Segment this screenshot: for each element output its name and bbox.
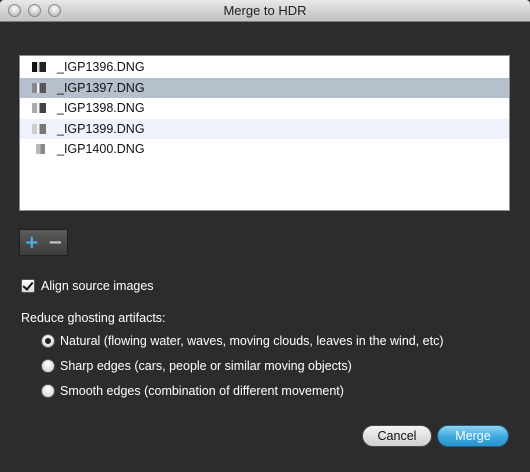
align-source-images-option[interactable]: Align source images [21, 279, 154, 293]
title-bar[interactable]: Merge to HDR [0, 0, 530, 22]
add-remove-control: + − [19, 229, 68, 256]
source-file-list[interactable]: _IGP1396.DNG _IGP1397.DNG _IGP1398.DNG _… [19, 55, 510, 211]
radio-button[interactable] [41, 384, 55, 398]
radio-button[interactable] [41, 334, 55, 348]
file-row-selected[interactable]: _IGP1397.DNG [20, 77, 509, 98]
align-checkbox[interactable] [21, 279, 35, 293]
radio-label: Smooth edges (combination of different m… [60, 384, 344, 398]
radio-button[interactable] [41, 359, 55, 373]
file-name: _IGP1397.DNG [57, 80, 145, 95]
file-row[interactable]: _IGP1399.DNG [20, 118, 509, 139]
radio-label: Sharp edges (cars, people or similar mov… [60, 359, 352, 373]
file-row[interactable]: _IGP1400.DNG [20, 139, 509, 160]
image-thumbnail-icon [32, 103, 46, 113]
merge-to-hdr-dialog: Merge to HDR _IGP1396.DNG _IGP1397.DNG _… [0, 0, 530, 472]
file-row[interactable]: _IGP1396.DNG [20, 57, 509, 78]
ghosting-option-sharp-edges[interactable]: Sharp edges (cars, people or similar mov… [41, 359, 352, 373]
file-name: _IGP1396.DNG [57, 60, 145, 75]
cancel-button[interactable]: Cancel [362, 425, 432, 447]
ghosting-option-natural[interactable]: Natural (flowing water, waves, moving cl… [41, 334, 444, 348]
image-thumbnail-icon [32, 82, 46, 93]
add-file-button[interactable]: + [20, 230, 44, 255]
ghosting-option-smooth-edges[interactable]: Smooth edges (combination of different m… [41, 384, 344, 398]
image-thumbnail-icon [32, 123, 46, 134]
merge-button[interactable]: Merge [437, 425, 509, 447]
align-checkbox-label: Align source images [41, 279, 154, 293]
image-thumbnail-icon [32, 62, 46, 72]
ghosting-heading: Reduce ghosting artifacts: [21, 311, 166, 325]
radio-label: Natural (flowing water, waves, moving cl… [60, 334, 444, 348]
file-row[interactable]: _IGP1398.DNG [20, 98, 509, 119]
file-name: _IGP1399.DNG [57, 121, 145, 136]
file-name: _IGP1398.DNG [57, 101, 145, 116]
file-name: _IGP1400.DNG [57, 142, 145, 157]
remove-file-button[interactable]: − [44, 230, 68, 255]
window-title: Merge to HDR [223, 3, 307, 18]
image-thumbnail-icon [36, 144, 45, 154]
